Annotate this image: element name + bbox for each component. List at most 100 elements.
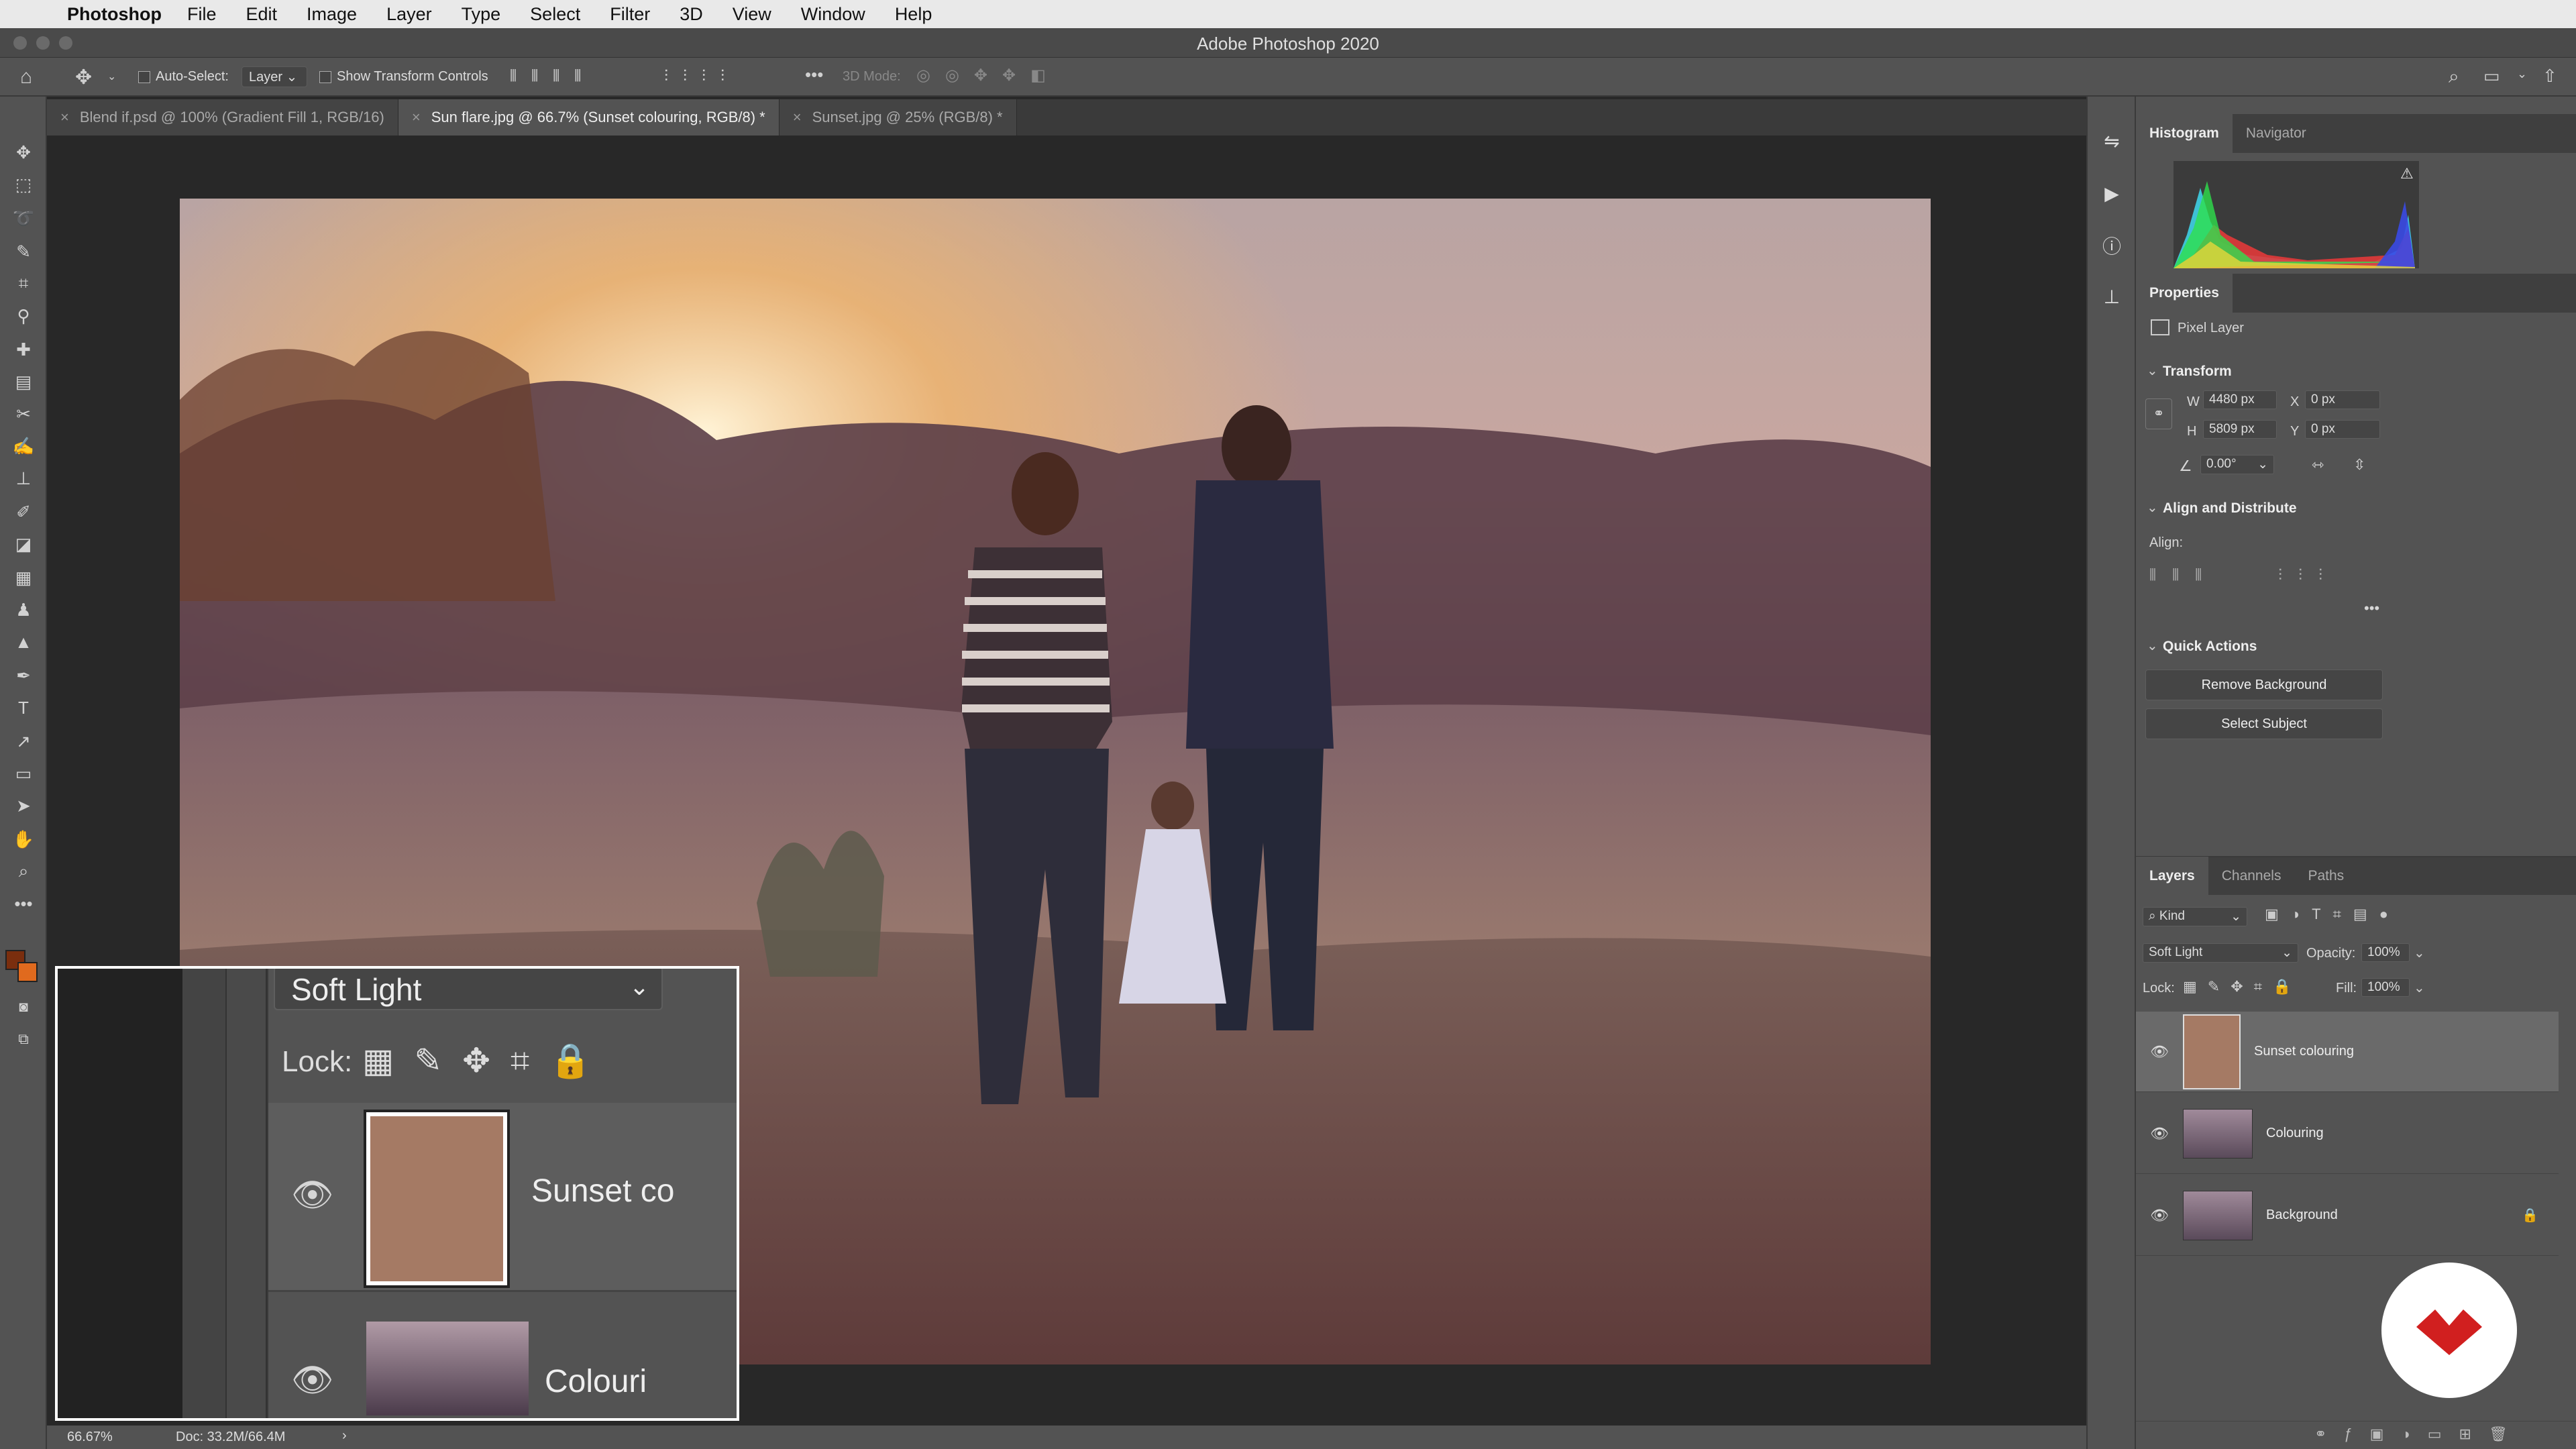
height-field[interactable]: 5809 px (2203, 420, 2277, 439)
histogram-warning-icon[interactable]: ⚠ (2400, 165, 2414, 182)
chevron-down-icon[interactable]: ⌄ (2414, 979, 2425, 996)
dodge-tool-icon[interactable]: ▲ (9, 628, 38, 656)
close-tab-icon[interactable]: × (60, 109, 69, 126)
chevron-down-icon[interactable]: ⌄ (2147, 362, 2158, 379)
menu-3d[interactable]: 3D (680, 4, 703, 25)
layer-filter-icons[interactable]: ▣◑T⌗▤● (2265, 906, 2400, 923)
zoom-tool-icon[interactable]: ⌕ (9, 857, 38, 885)
content-aware-move-icon[interactable]: ✂ (9, 400, 38, 428)
auto-select-dropdown[interactable]: Layer ⌄ (241, 66, 307, 87)
menu-help[interactable]: Help (895, 4, 932, 25)
menu-view[interactable]: View (733, 4, 771, 25)
3d-mode-icons[interactable]: ◎◎✥✥◧ (916, 66, 1061, 85)
layer-row-colouring[interactable]: 👁 Colouring (2136, 1093, 2559, 1174)
tab-paths[interactable]: Paths (2294, 857, 2357, 896)
eraser-tool-icon[interactable]: ◪ (9, 530, 38, 558)
clone-source-icon[interactable]: ⊥ (2098, 283, 2125, 310)
share-icon[interactable]: ⇧ (2542, 66, 2557, 87)
show-transform-checkbox[interactable] (319, 71, 331, 83)
menu-edit[interactable]: Edit (246, 4, 278, 25)
marquee-tool-icon[interactable]: ⬚ (9, 170, 38, 199)
layer-name[interactable]: Background (2266, 1208, 2338, 1223)
tab-sun-flare[interactable]: × Sun flare.jpg @ 66.7% (Sunset colouring… (398, 99, 780, 136)
align-icons-group[interactable]: ⫴⫴⫴⫴ (510, 67, 596, 86)
quick-mask-icon[interactable]: ◙ (9, 993, 38, 1021)
path-selection-tool-icon[interactable]: ↗ (9, 727, 38, 755)
search-icon[interactable]: ⌕ (2449, 66, 2459, 88)
clone-stamp-tool-icon[interactable]: ⊥ (9, 464, 38, 492)
gradient-tool-icon[interactable]: ▦ (9, 564, 38, 592)
chevron-down-icon[interactable]: ⌄ (2517, 67, 2527, 81)
menu-image[interactable]: Image (307, 4, 357, 25)
chevron-down-icon[interactable]: ⌄ (2147, 637, 2158, 654)
swap-panels-icon[interactable]: ⇋ (2098, 127, 2125, 154)
angle-field[interactable]: 0.00° ⌄ (2200, 455, 2274, 474)
fill-field[interactable]: 100% (2361, 978, 2410, 997)
tab-layers[interactable]: Layers (2136, 857, 2208, 896)
menu-type[interactable]: Type (462, 4, 501, 25)
select-subject-button[interactable]: Select Subject (2145, 708, 2383, 739)
shape-tool-icon[interactable]: ▭ (9, 759, 38, 788)
home-icon[interactable]: ⌂ (20, 66, 32, 89)
close-tab-icon[interactable]: × (793, 109, 802, 126)
play-actions-icon[interactable]: ▶ (2098, 180, 2125, 207)
hand-tool-icon[interactable]: ✋ (9, 825, 38, 853)
flip-vertical-icon[interactable]: ⇳ (2353, 456, 2365, 474)
close-tab-icon[interactable]: × (412, 109, 421, 126)
background-color-swatch[interactable] (17, 962, 38, 982)
layer-name[interactable]: Sunset colouring (2254, 1044, 2354, 1059)
menu-filter[interactable]: Filter (610, 4, 650, 25)
patch-tool-icon[interactable]: ▤ (9, 368, 38, 396)
more-tools-icon[interactable]: ••• (9, 890, 38, 918)
align-buttons-right[interactable]: ⫶⫶⫶ (2278, 566, 2339, 585)
tab-channels[interactable]: Channels (2208, 857, 2295, 896)
auto-select-checkbox[interactable] (138, 71, 150, 83)
visibility-eye-icon[interactable]: 👁 (2136, 1207, 2183, 1224)
lasso-tool-icon[interactable]: ➰ (9, 204, 38, 232)
more-options-icon[interactable]: ••• (805, 64, 823, 85)
chevron-down-icon[interactable]: ⌄ (2414, 945, 2425, 961)
blur-tool-icon[interactable]: ♟ (9, 596, 38, 624)
link-icon[interactable]: ⚭ (2145, 398, 2172, 429)
align-distribute-heading[interactable]: Align and Distribute (2163, 500, 2297, 517)
width-field[interactable]: 4480 px (2203, 390, 2277, 409)
distribute-icons-group[interactable]: ⫶⫶⫶⫶ (664, 67, 739, 86)
align-buttons-left[interactable]: ⫴⫴⫴ (2149, 566, 2218, 585)
menu-file[interactable]: File (187, 4, 217, 25)
crop-tool-icon[interactable]: ⌗ (9, 270, 38, 298)
eyedropper-tool-icon[interactable]: ⚲ (9, 302, 38, 330)
x-field[interactable]: 0 px (2305, 390, 2380, 409)
tab-histogram[interactable]: Histogram (2136, 114, 2233, 153)
info-icon[interactable]: ⓘ (2098, 232, 2125, 259)
type-tool-icon[interactable]: T (9, 694, 38, 722)
layer-name[interactable]: Colouring (2266, 1126, 2324, 1141)
layer-footer-icons[interactable]: ⚭ƒ▣◑▭⊞🗑 (2314, 1426, 2525, 1443)
properties-title[interactable]: Properties (2136, 274, 2233, 313)
menu-layer[interactable]: Layer (386, 4, 432, 25)
screen-mode-icon[interactable]: ⧉ (9, 1025, 38, 1053)
move-tool-icon[interactable]: ✥ (75, 66, 92, 89)
lock-icons[interactable]: ▦✎✥⌗🔒 (2183, 978, 2302, 996)
move-tool-icon[interactable]: ✥ (9, 138, 38, 166)
healing-brush-tool-icon[interactable]: ✚ (9, 335, 38, 364)
brush-tool-icon[interactable]: ✍ (9, 432, 38, 460)
menu-window[interactable]: Window (801, 4, 865, 25)
flip-horizontal-icon[interactable]: ⇿ (2312, 456, 2324, 474)
visibility-eye-icon[interactable]: 👁 (2136, 1125, 2183, 1142)
zoom-level[interactable]: 66.67% (67, 1430, 113, 1445)
tab-navigator[interactable]: Navigator (2233, 114, 2320, 153)
history-brush-tool-icon[interactable]: ✐ (9, 498, 38, 526)
blend-mode-dropdown[interactable]: Soft Light ⌄ (2143, 943, 2298, 963)
kind-filter[interactable]: ⌕ Kind ⌄ (2143, 907, 2247, 926)
workspace-icon[interactable]: ▭ (2483, 66, 2500, 87)
remove-background-button[interactable]: Remove Background (2145, 669, 2383, 700)
quick-actions-heading[interactable]: Quick Actions (2163, 639, 2257, 655)
visibility-eye-icon[interactable]: 👁 (2136, 1043, 2183, 1061)
menu-select[interactable]: Select (530, 4, 580, 25)
menu-app-name[interactable]: Photoshop (67, 4, 162, 25)
tab-sunset[interactable]: × Sunset.jpg @ 25% (RGB/8) * (779, 99, 1017, 136)
transform-heading[interactable]: Transform (2163, 364, 2232, 380)
pen-tool-icon[interactable]: ✒ (9, 661, 38, 690)
layer-row-sunset-colouring[interactable]: 👁 Sunset colouring (2136, 1012, 2559, 1092)
layer-row-background[interactable]: 👁 Background 🔒 (2136, 1175, 2559, 1256)
